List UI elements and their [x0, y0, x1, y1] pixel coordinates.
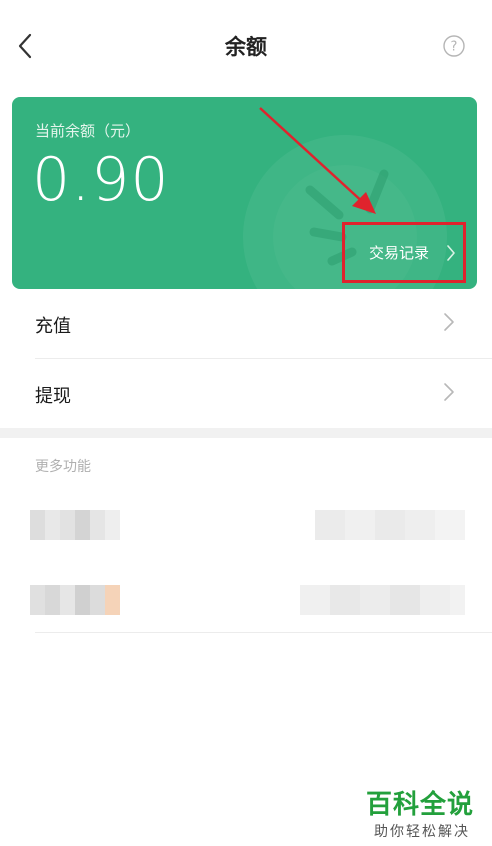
blurred-feature-row[interactable]	[0, 495, 492, 555]
watermark-subtitle: 助你轻松解决	[374, 824, 470, 840]
blurred-block	[435, 510, 465, 540]
chevron-right-icon	[443, 312, 455, 336]
blurred-block	[105, 585, 120, 615]
menu-item-label: 提现	[35, 386, 71, 407]
blurred-block	[60, 585, 75, 615]
page-title: 余额	[225, 35, 267, 59]
blurred-block	[375, 510, 405, 540]
blurred-block	[90, 510, 105, 540]
blurred-block	[300, 585, 330, 615]
blurred-block	[75, 510, 90, 540]
annotation-highlight-box	[342, 222, 466, 283]
balance-label: 当前余额（元）	[35, 122, 141, 140]
blurred-block	[60, 510, 75, 540]
svg-text:?: ?	[451, 40, 458, 55]
blurred-block	[390, 585, 420, 615]
blurred-block	[420, 585, 450, 615]
blurred-block	[45, 510, 60, 540]
blurred-block	[405, 510, 435, 540]
question-circle-icon[interactable]: ?	[443, 35, 465, 57]
blurred-block	[90, 585, 105, 615]
blurred-block	[345, 510, 375, 540]
blurred-block	[75, 585, 90, 615]
divider	[35, 358, 492, 359]
blurred-block	[30, 510, 45, 540]
menu-item-recharge[interactable]: 充值	[0, 290, 492, 358]
watermark: 百科全说 助你轻松解决	[366, 784, 474, 841]
chevron-right-icon	[443, 382, 455, 406]
menu-item-label: 充值	[35, 316, 71, 337]
blurred-block	[315, 510, 345, 540]
blurred-block	[360, 585, 390, 615]
balance-amount: 0.90	[32, 145, 170, 215]
blurred-block	[45, 585, 60, 615]
blurred-block	[30, 585, 45, 615]
more-features-title: 更多功能	[35, 459, 91, 475]
menu-item-withdraw[interactable]: 提现	[0, 360, 492, 428]
watermark-title: 百科全说	[366, 790, 475, 820]
divider	[35, 632, 492, 633]
blurred-block	[330, 585, 360, 615]
section-separator	[0, 428, 492, 438]
blurred-block	[105, 510, 120, 540]
nav-bar: 余额 ?	[0, 0, 492, 92]
blurred-feature-row[interactable]	[0, 570, 492, 630]
blurred-block	[450, 585, 465, 615]
